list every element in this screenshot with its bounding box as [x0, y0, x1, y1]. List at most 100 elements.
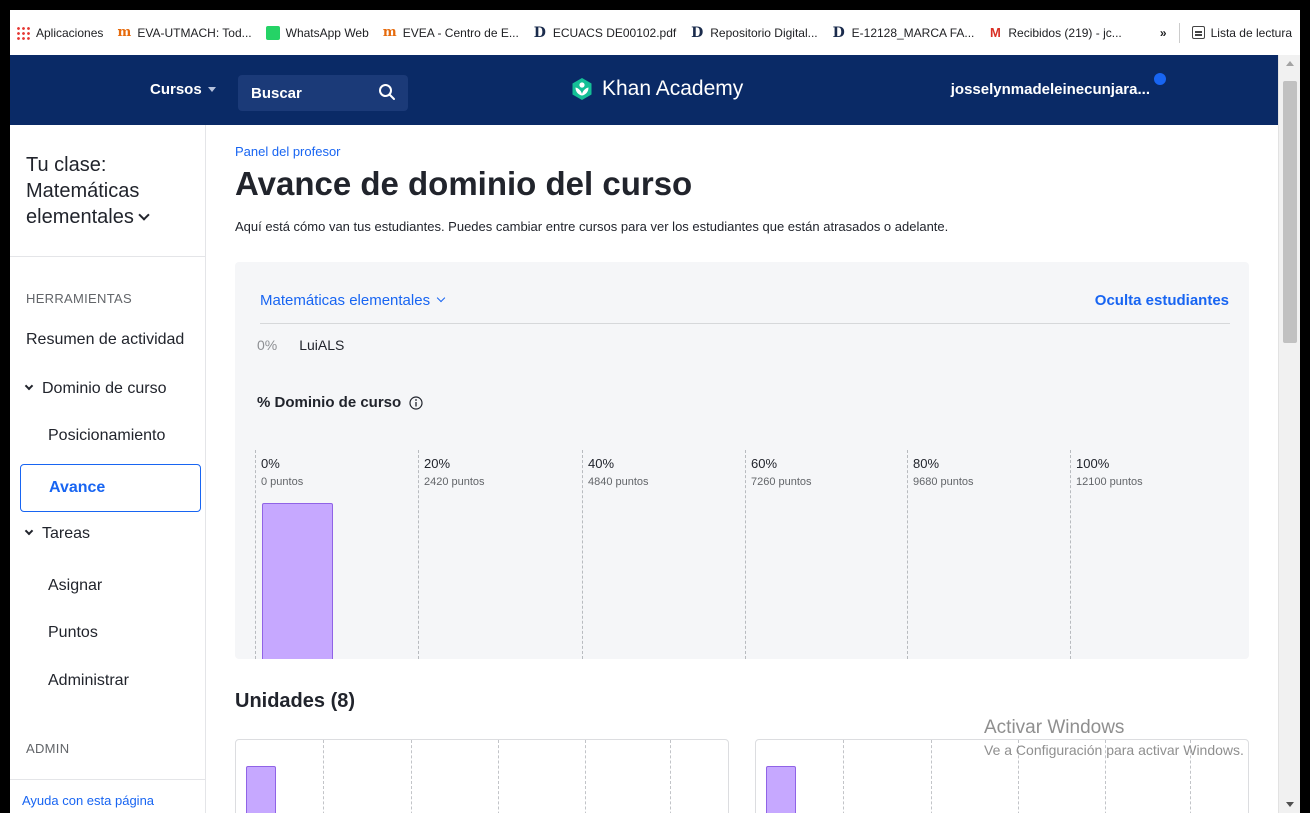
- bookmark-label: WhatsApp Web: [285, 25, 369, 40]
- sidebar-item-progress[interactable]: Avance: [20, 464, 201, 512]
- bookmark-label: Repositorio Digital...: [710, 25, 818, 40]
- help-link[interactable]: Ayuda con esta página: [22, 793, 154, 808]
- chevron-down-icon: [138, 209, 150, 221]
- breadcrumb[interactable]: Panel del profesor: [235, 144, 341, 159]
- moodle-icon: m: [382, 24, 397, 40]
- bookmark-ecuacs[interactable]: D ECUACS DE00102.pdf: [533, 26, 676, 40]
- document-d-icon: D: [832, 24, 845, 41]
- caret-down-icon: [207, 87, 216, 92]
- axis-tick-5: 100% 12100 puntos: [1070, 450, 1143, 659]
- bookmark-evea[interactable]: m EVEA - Centro de E...: [382, 24, 519, 40]
- grid-line: [323, 740, 324, 813]
- bookmark-repositorio[interactable]: D Repositorio Digital...: [690, 26, 817, 40]
- student-percent: 0%: [257, 337, 278, 353]
- bookmark-label: EVEA - Centro de E...: [402, 25, 519, 40]
- courses-menu-button[interactable]: Cursos: [150, 81, 216, 98]
- notification-dot[interactable]: [1152, 71, 1168, 87]
- sidebar-item-label: Avance: [49, 479, 106, 496]
- search-input[interactable]: Buscar: [238, 75, 408, 111]
- course-selector[interactable]: Matemáticas elementales: [260, 292, 446, 309]
- sidebar-item-course-mastery[interactable]: Dominio de curso: [24, 380, 167, 398]
- page-title: Avance de dominio del curso: [235, 165, 693, 202]
- bookmark-label: Aplicaciones: [36, 25, 104, 40]
- tick-points: 12100 puntos: [1076, 476, 1143, 488]
- sidebar-item-assignments[interactable]: Tareas: [24, 525, 91, 543]
- sidebar-item-manage[interactable]: Administrar: [48, 672, 129, 690]
- page-viewport: Cursos Buscar Khan Academy josselynmadel…: [10, 55, 1300, 813]
- reading-list-icon: [1191, 26, 1205, 39]
- whatsapp-icon: [265, 25, 280, 40]
- khan-academy-logo[interactable]: Khan Academy: [570, 77, 743, 101]
- sidebar-header-tools: HERRAMIENTAS: [26, 291, 132, 306]
- document-d-icon: D: [533, 24, 546, 41]
- bookmark-label: Recibidos (219) - jc...: [1008, 25, 1122, 40]
- tick-points: 0 puntos: [261, 476, 304, 488]
- tick-percent: 100%: [1076, 456, 1110, 471]
- sidebar-item-points[interactable]: Puntos: [48, 624, 98, 642]
- watermark-title: Activar Windows: [984, 717, 1125, 738]
- apps-grid-icon: [16, 25, 30, 40]
- bookmarks-right: » Lista de lectura: [1160, 10, 1292, 55]
- bookmark-apps[interactable]: Aplicaciones: [16, 25, 104, 40]
- axis-tick-2: 40% 4840 puntos: [582, 450, 649, 659]
- vertical-scrollbar[interactable]: [1278, 55, 1300, 813]
- hide-students-button[interactable]: Oculta estudiantes: [1095, 292, 1229, 309]
- axis-tick-0: 0% 0 puntos: [255, 450, 303, 659]
- divider: [1178, 22, 1180, 43]
- bookmark-gmail[interactable]: M Recibidos (219) - jc...: [988, 24, 1122, 40]
- sidebar-item-assign[interactable]: Asignar: [48, 577, 102, 595]
- tick-points: 7260 puntos: [751, 476, 812, 488]
- gmail-icon: M: [989, 24, 1001, 40]
- chart-bar-0pct[interactable]: [262, 503, 333, 659]
- info-icon[interactable]: [409, 395, 423, 410]
- divider: [10, 256, 206, 257]
- unit-card[interactable]: [235, 739, 729, 813]
- user-menu-button[interactable]: josselynmadeleinecunjara...: [951, 81, 1150, 98]
- units-title: Unidades (8): [235, 690, 356, 712]
- khan-leaf-icon: [572, 78, 592, 100]
- divider: [260, 323, 1230, 324]
- sidebar-item-label: Dominio de curso: [42, 380, 167, 397]
- class-title-line: Tu clase:: [26, 154, 107, 176]
- class-title-line: Matemáticas: [26, 180, 140, 202]
- grid-line: [498, 740, 499, 813]
- grid-line: [670, 740, 671, 813]
- page-description: Aquí está cómo van tus estudiantes. Pued…: [235, 219, 949, 234]
- sidebar-item-activity-summary[interactable]: Resumen de actividad: [26, 331, 184, 349]
- divider: [10, 779, 206, 780]
- bookmark-label: EVA-UTMACH: Tod...: [137, 25, 252, 40]
- bookmark-whatsapp[interactable]: WhatsApp Web: [265, 25, 369, 40]
- axis-tick-3: 60% 7260 puntos: [745, 450, 812, 659]
- bookmarks-bar: Aplicaciones m EVA-UTMACH: Tod... WhatsA…: [10, 10, 1300, 55]
- scrollbar-thumb[interactable]: [1283, 81, 1297, 343]
- sidebar-item-positioning[interactable]: Posicionamiento: [48, 427, 165, 445]
- grid-line: [931, 740, 932, 813]
- moodle-icon: m: [117, 24, 132, 40]
- tick-percent: 80%: [913, 456, 940, 471]
- more-bookmarks-button[interactable]: »: [1160, 26, 1167, 40]
- search-icon: [379, 84, 395, 100]
- tick-points: 2420 puntos: [424, 476, 485, 488]
- windows-activation-watermark: Activar Windows Ve a Configuración para …: [984, 717, 1244, 758]
- watermark-subtitle: Ve a Configuración para activar Windows.: [984, 742, 1244, 758]
- chevron-down-icon: [436, 293, 446, 302]
- grid-line: [843, 740, 844, 813]
- grid-line: [585, 740, 586, 813]
- student-name: LuiALS: [299, 337, 345, 353]
- grid-line: [411, 740, 412, 813]
- class-title-line: elementales: [26, 206, 134, 228]
- course-selector-label: Matemáticas elementales: [260, 292, 431, 309]
- student-row[interactable]: 0% LuiALS: [257, 337, 344, 353]
- class-selector[interactable]: Tu clase: Matemáticas elementales: [26, 152, 150, 230]
- bookmark-marca[interactable]: D E-12128_MARCA FA...: [832, 26, 975, 40]
- scroll-up-arrow-icon[interactable]: [1286, 61, 1294, 66]
- mastery-panel: Matemáticas elementales Oculta estudiant…: [235, 262, 1249, 659]
- mastery-label-text: % Dominio de curso: [257, 394, 402, 411]
- reading-list-button[interactable]: Lista de lectura: [1211, 26, 1292, 40]
- scroll-down-arrow-icon[interactable]: [1286, 802, 1294, 807]
- bookmark-eva-utmach[interactable]: m EVA-UTMACH: Tod...: [117, 24, 252, 40]
- axis-tick-1: 20% 2420 puntos: [418, 450, 485, 659]
- bookmark-label: E-12128_MARCA FA...: [851, 25, 975, 40]
- sidebar-item-label: Tareas: [42, 525, 91, 542]
- unit-bar: [246, 766, 276, 813]
